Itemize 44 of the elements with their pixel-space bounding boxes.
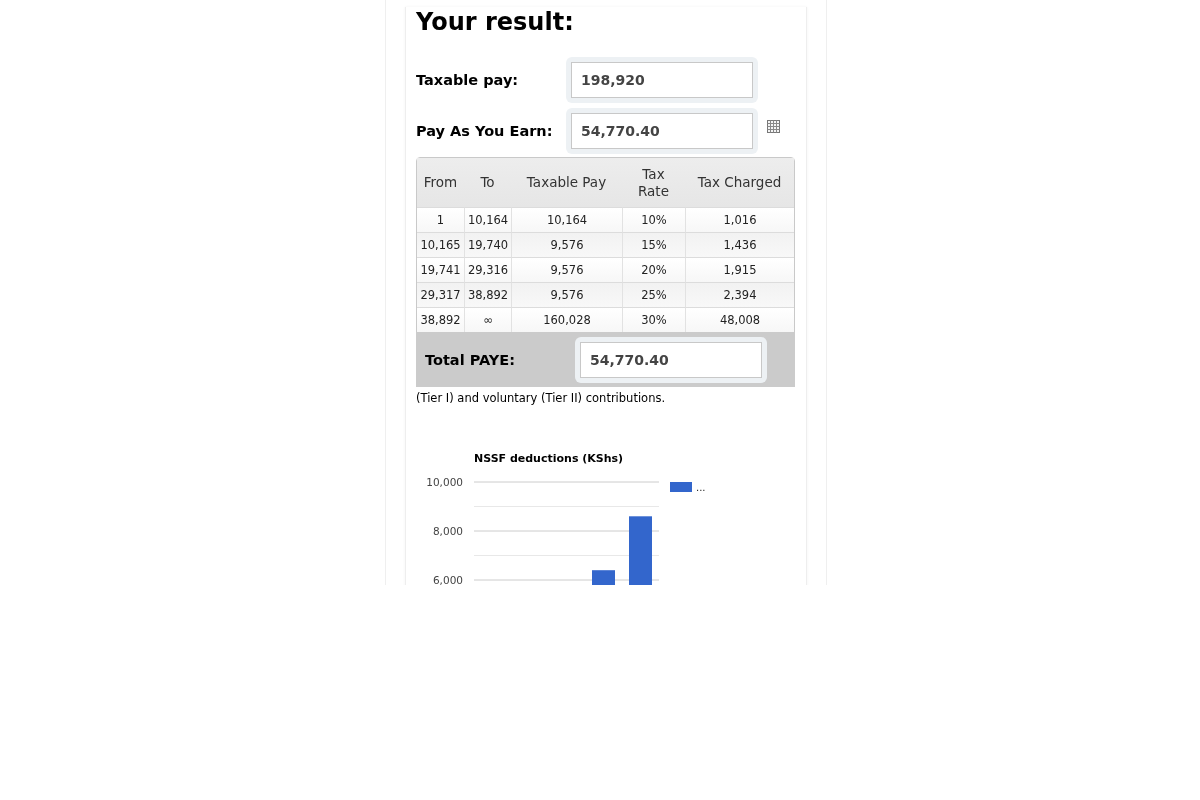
axis-label: 10,000 [426, 476, 463, 488]
table-cell: 48,008 [685, 307, 794, 332]
result-heading: Your result: [416, 7, 575, 37]
table-cell: 9,576 [511, 282, 622, 307]
table-cell: 9,576 [511, 232, 622, 257]
table-cell: 15% [622, 232, 685, 257]
table-cell: 38,892 [417, 307, 464, 332]
total-field[interactable]: 54,770.40 [580, 341, 762, 378]
table-cell: 38,892 [464, 282, 511, 307]
column-header: From [417, 158, 464, 207]
table-cell: 20% [622, 257, 685, 282]
table-cell: 1,016 [685, 207, 794, 232]
table-cell: 25% [622, 282, 685, 307]
axis-label: 8,000 [432, 525, 463, 537]
table-cell: 19,741 [417, 257, 464, 282]
table-cell: 10,164 [511, 207, 622, 232]
table-cell: 1,436 [685, 232, 794, 257]
note-text: (Tier I) and voluntary (Tier II) contributions. [416, 391, 667, 405]
table-cell: 9,576 [511, 257, 622, 282]
table-cell: ∞ [464, 307, 511, 332]
table-cell: 19,740 [464, 232, 511, 257]
table-cell: 10,164 [464, 207, 511, 232]
value-field[interactable]: 198,920 [571, 62, 753, 98]
table-cell: 30% [622, 307, 685, 332]
table-cell: 29,317 [417, 282, 464, 307]
field-label: Taxable pay: [416, 72, 520, 88]
chart-title: NSSF deductions (KShs) [474, 452, 624, 465]
column-header: Tax Charged [685, 158, 794, 207]
table-cell: 2,394 [685, 282, 794, 307]
column-header: To [464, 158, 511, 207]
table-cell: 29,316 [464, 257, 511, 282]
table-cell: 160,028 [511, 307, 622, 332]
total-label: Total PAYE: [425, 351, 516, 368]
table-cell: 1 [417, 207, 464, 232]
value-field[interactable]: 54,770.40 [571, 113, 753, 149]
field-label: Pay As You Earn: [416, 123, 554, 139]
table-cell: 10,165 [417, 232, 464, 257]
column-header: Taxable Pay [511, 158, 622, 207]
table-cell: 10% [622, 207, 685, 232]
column-header: Tax Rate [622, 158, 685, 207]
legend-label: ... [696, 482, 706, 493]
grid-icon[interactable] [767, 119, 780, 133]
axis-label: 6,000 [432, 574, 463, 585]
table-cell: 1,915 [685, 257, 794, 282]
